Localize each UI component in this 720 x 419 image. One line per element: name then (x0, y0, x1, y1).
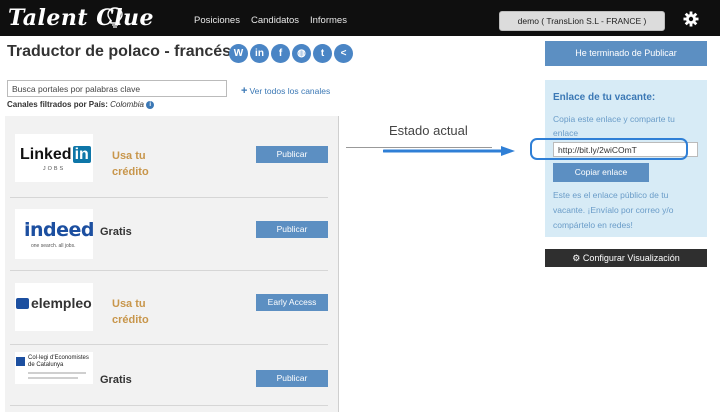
channel-search-input[interactable] (7, 80, 227, 97)
elempleo-logo: elempleo (15, 283, 93, 331)
info-icon[interactable]: i (146, 100, 155, 109)
price-line-2: crédito (112, 166, 149, 178)
link-title: Enlace de tu vacante: (553, 92, 656, 103)
globe-icon[interactable]: ◍ (292, 44, 311, 63)
col-legi-mark (16, 357, 25, 366)
link-note: Este es el enlace público de tu vacante.… (553, 190, 674, 230)
arrow-icon (383, 146, 515, 156)
filter-value: Colombia (110, 100, 144, 109)
row-divider (10, 405, 328, 406)
col-legi-logo-text: Col·legi d'Economistes de Catalunya (28, 355, 89, 369)
col-legi-line-1: Col·legi d'Economistes (28, 355, 89, 361)
price-line-1: Usa tu (112, 298, 146, 310)
facebook-icon[interactable]: f (271, 44, 290, 63)
see-all-channels-link[interactable]: + Ver todos los canales (241, 85, 330, 97)
row-divider (10, 197, 328, 198)
envelope-icon (16, 298, 29, 309)
top-bar: Talent Clue Posiciones Candidatos Inform… (0, 0, 720, 36)
page-title: Traductor de polaco - francés (7, 43, 232, 60)
gear-icon: ⚙ (572, 253, 581, 263)
channel-price: Gratis (100, 374, 132, 386)
channel-price: Gratis (100, 226, 132, 238)
indeed-logo: indeed one search. all jobs. (15, 209, 95, 259)
elempleo-logo-text: elempleo (31, 295, 92, 311)
twitter-icon[interactable]: t (313, 44, 332, 63)
lightbulb-icon (107, 7, 123, 28)
configure-view-button[interactable]: ⚙ Configurar Visualización (545, 249, 707, 267)
channel-price: Usa tu crédito (112, 148, 149, 180)
linkedin-logo-in: in (72, 146, 91, 163)
app-logo[interactable]: Talent Clue (8, 5, 154, 31)
col-legi-line-2: de Catalunya (28, 362, 64, 368)
nav-posiciones[interactable]: Posiciones (194, 15, 240, 26)
wordpress-icon[interactable]: W (229, 44, 248, 63)
link-highlight-box (530, 138, 688, 160)
price-line-1: Usa tu (112, 150, 146, 162)
gear-icon[interactable] (683, 11, 699, 27)
col-legi-fineprint (28, 377, 78, 379)
share-icon[interactable]: < (334, 44, 353, 63)
publish-button[interactable]: Publicar (256, 146, 328, 163)
see-all-label: Ver todos los canales (249, 86, 331, 96)
channel-price: Usa tu crédito (112, 296, 149, 328)
indeed-logo-text: indeed (24, 219, 95, 241)
configure-view-label: Configurar Visualización (582, 253, 680, 263)
publish-button[interactable]: Publicar (256, 221, 328, 238)
filter-label: Canales filtrados por País: (7, 100, 108, 109)
nav-candidatos[interactable]: Candidatos (251, 15, 299, 26)
row-divider (10, 344, 328, 345)
link-description: Copia este enlace y comparte tu enlace (553, 114, 675, 138)
finish-publishing-button[interactable]: He terminado de Publicar (545, 41, 707, 66)
status-panel (338, 116, 536, 412)
linkedin-icon[interactable]: in (250, 44, 269, 63)
early-access-button[interactable]: Early Access (256, 294, 328, 311)
indeed-logo-sub: one search. all jobs. (31, 243, 76, 249)
linkedin-jobs-logo: Linked in JOBS (15, 134, 93, 182)
nav-informes[interactable]: Informes (310, 15, 347, 26)
plus-icon: + (241, 85, 248, 97)
col-legi-economistes-logo: Col·legi d'Economistes de Catalunya (15, 352, 93, 384)
copy-link-button[interactable]: Copiar enlace (553, 163, 649, 182)
price-line-2: crédito (112, 314, 149, 326)
row-divider (10, 270, 328, 271)
col-legi-fineprint (28, 372, 86, 374)
country-filter: Canales filtrados por País: Colombia i (7, 100, 155, 109)
linkedin-logo-text: Linked (20, 146, 72, 163)
publish-button[interactable]: Publicar (256, 370, 328, 387)
status-title: Estado actual (389, 123, 468, 138)
linkedin-logo-sub: JOBS (42, 166, 66, 172)
account-selector[interactable]: demo ( TransLion S.L - FRANCE ) (499, 11, 665, 31)
